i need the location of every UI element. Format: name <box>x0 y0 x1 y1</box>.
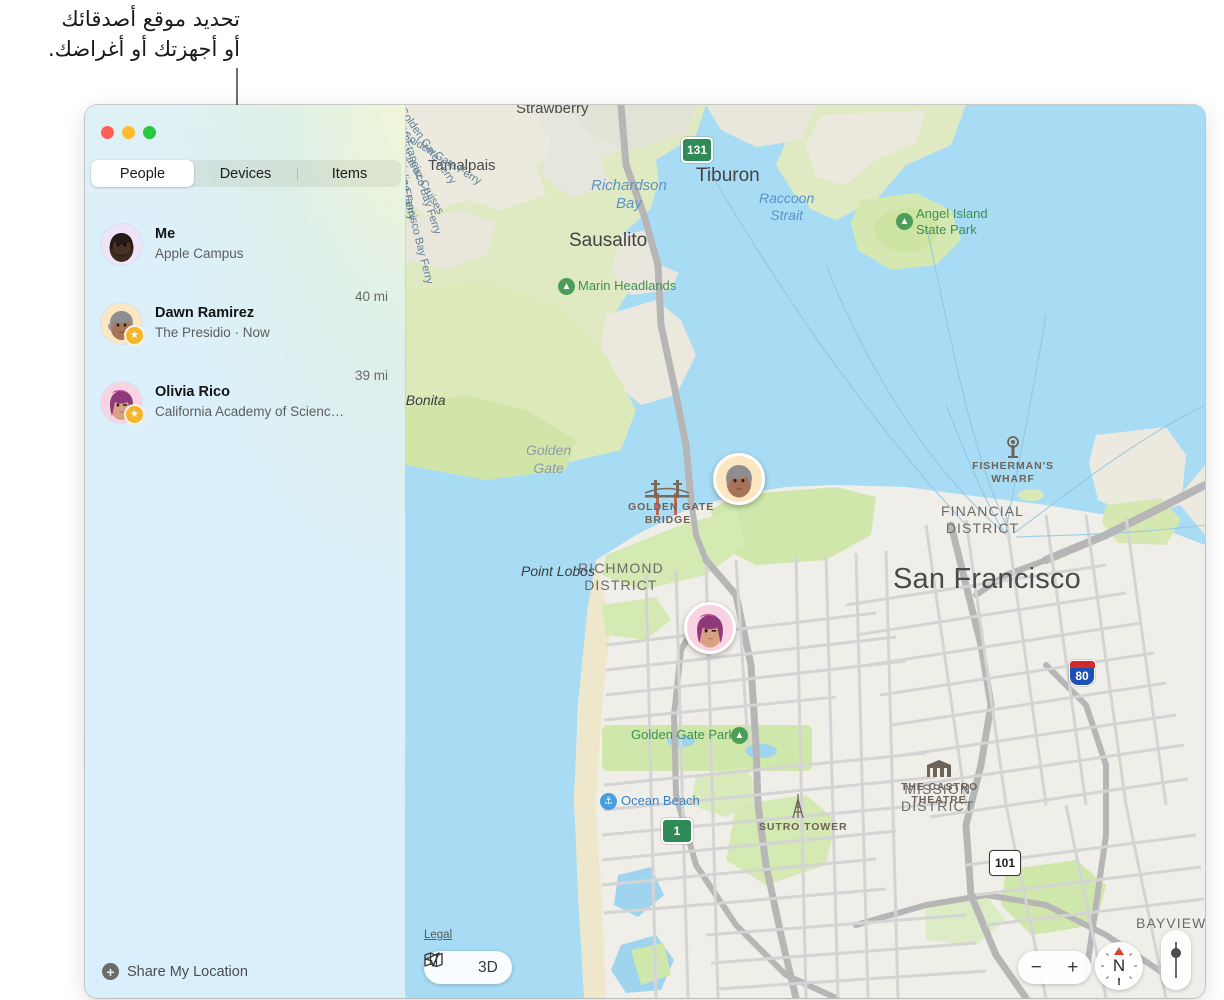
tab-people[interactable]: People <box>91 160 194 187</box>
map-mode-toolbar: 3D <box>424 951 512 984</box>
minimize-button[interactable] <box>122 126 135 139</box>
person-distance: 39 mi <box>354 368 388 383</box>
avatar <box>101 224 142 265</box>
map-marker-dawn-ramirez[interactable] <box>713 453 765 505</box>
folded-map-icon <box>424 952 443 968</box>
person-name: Dawn Ramirez <box>155 305 255 322</box>
callout-line-1: تحديد موقع أصدقائك <box>61 7 240 31</box>
zoom-button[interactable] <box>143 126 156 139</box>
compass-ticks-icon <box>1101 948 1137 984</box>
person-subtitle: Apple Campus <box>155 245 244 261</box>
close-button[interactable] <box>101 126 114 139</box>
zoom-out-button[interactable]: − <box>1031 957 1042 979</box>
tab-items[interactable]: Items <box>298 160 401 187</box>
tilt-knob[interactable] <box>1171 948 1181 958</box>
list-item-text: Me Apple Campus <box>155 225 380 263</box>
avatar: ★ <box>101 303 145 346</box>
list-item[interactable]: ★ Dawn Ramirez The Presidio · Now 40 mi <box>85 284 406 363</box>
tab-devices[interactable]: Devices <box>194 160 297 187</box>
three-d-button[interactable]: 3D <box>478 959 498 977</box>
callout-line-2: أو أجهزتك أو أغراضك. <box>47 37 240 62</box>
map-canvas[interactable]: Tamalpais Strawberry Tiburon Sausalito S… <box>406 105 1205 998</box>
person-subtitle: The Presidio · Now <box>155 324 270 340</box>
tab-people-label: People <box>119 165 166 182</box>
person-name: Olivia Rico <box>155 384 230 401</box>
park-pin-icon: ▲ <box>558 278 575 295</box>
person-subtitle: California Academy of Sciences… <box>155 403 347 419</box>
tilt-slider[interactable] <box>1161 930 1191 990</box>
list-item-text: Olivia Rico California Academy of Scienc… <box>155 383 347 421</box>
sidebar: People Devices Items Me Apple Campus ★ D… <box>85 105 406 998</box>
callout-annotation-text: تحديد موقع أصدقائك أو أجهزتك أو أغراضك. <box>0 4 240 65</box>
avatar: ★ <box>101 382 145 425</box>
memoji-dawn-icon <box>726 464 752 498</box>
route-shield-80: 80 <box>1068 659 1096 686</box>
zoom-in-button[interactable]: + <box>1067 957 1078 979</box>
favorite-star-badge: ★ <box>124 325 145 346</box>
favorite-star-badge: ★ <box>124 404 145 425</box>
person-distance: 40 mi <box>354 289 388 304</box>
find-my-window: People Devices Items Me Apple Campus ★ D… <box>85 105 1205 998</box>
share-my-location-label: Share My Location <box>127 963 248 980</box>
share-my-location-button[interactable]: + Share My Location <box>102 963 248 980</box>
avatar-image <box>101 224 142 265</box>
people-list: Me Apple Campus ★ Dawn Ramirez The Presi… <box>85 205 406 442</box>
legal-link[interactable]: Legal <box>424 929 452 941</box>
park-pin-icon: ▲ <box>896 213 913 230</box>
map-marker-olivia-rico[interactable] <box>684 602 736 654</box>
compass-control[interactable]: N <box>1095 942 1143 990</box>
segmented-tab-control: People Devices Items <box>91 160 401 187</box>
route-shield-1: 1 <box>661 818 693 844</box>
person-name: Me <box>155 226 176 243</box>
memoji-me-icon <box>109 233 134 262</box>
memoji-olivia-icon <box>697 613 723 648</box>
tilt-track <box>1171 942 1181 978</box>
route-shield-131: 131 <box>681 137 713 163</box>
tab-devices-label: Devices <box>219 165 272 182</box>
tab-items-label: Items <box>331 165 368 182</box>
route-shield-101: 101 <box>989 850 1021 876</box>
plus-circle-icon: + <box>102 963 119 980</box>
list-item-text: Dawn Ramirez The Presidio · Now <box>155 304 347 342</box>
zoom-controls: − + <box>1018 951 1091 984</box>
window-traffic-lights <box>101 126 156 139</box>
list-item[interactable]: Me Apple Campus <box>85 205 406 284</box>
list-item[interactable]: ★ Olivia Rico California Academy of Scie… <box>85 363 406 442</box>
